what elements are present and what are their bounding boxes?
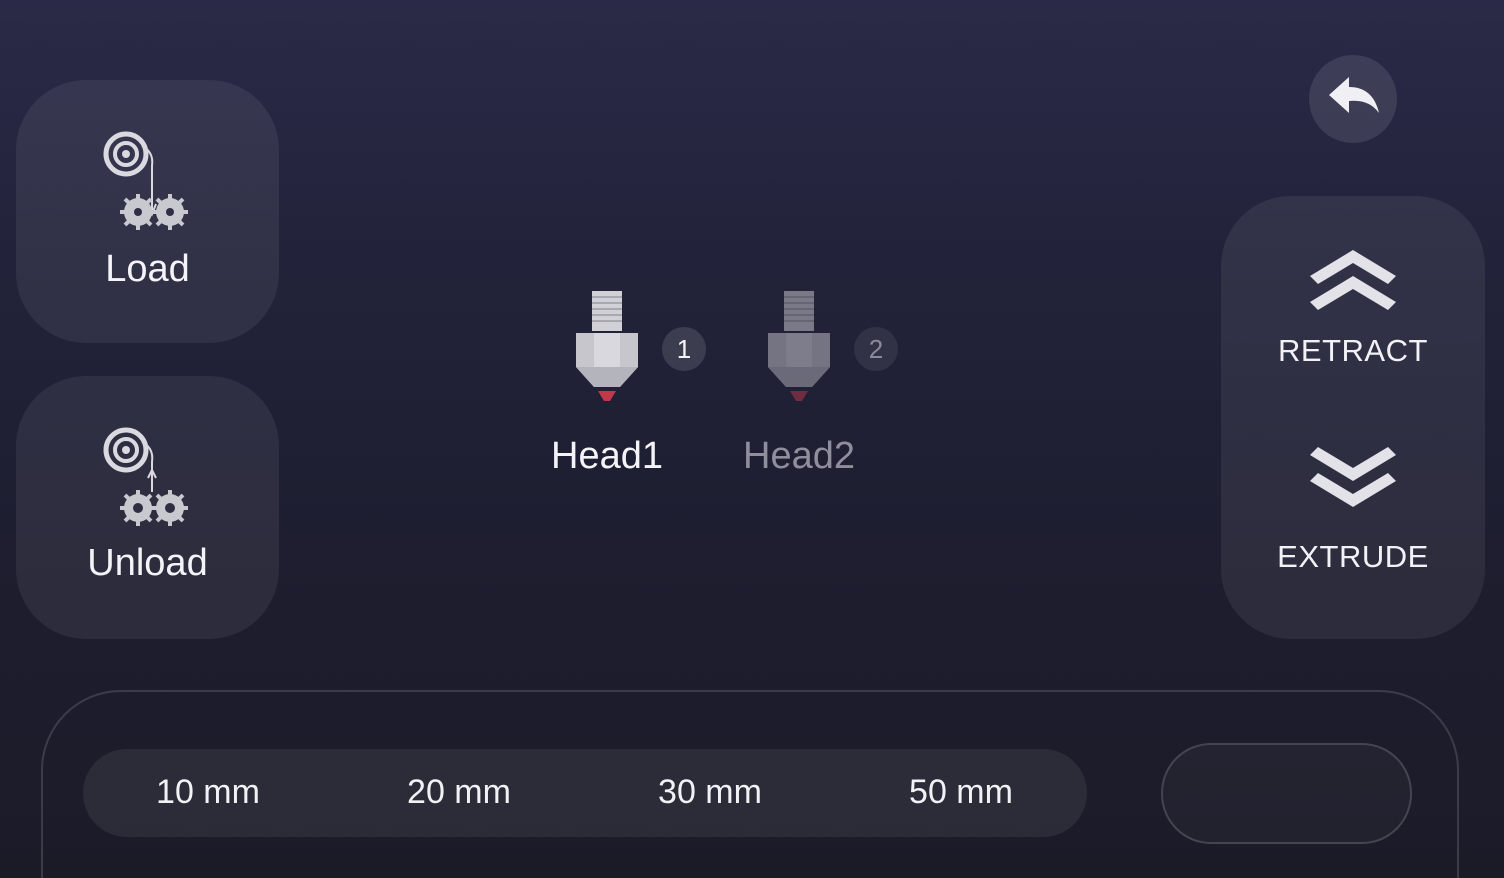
double-chevron-up-icon xyxy=(1310,250,1396,310)
unload-filament-button[interactable]: Unload xyxy=(16,376,279,639)
filament-spool-load-icon xyxy=(103,131,188,230)
head1-number-badge: 1 xyxy=(662,327,706,371)
head2-number-badge: 2 xyxy=(854,327,898,371)
distance-option-30mm[interactable]: 30 mm xyxy=(610,749,810,837)
distance-option-20mm[interactable]: 20 mm xyxy=(359,749,559,837)
back-button[interactable] xyxy=(1309,55,1397,143)
distance-option-50mm[interactable]: 50 mm xyxy=(861,749,1061,837)
head1-selector[interactable]: 1 Head1 xyxy=(540,285,710,485)
head1-label: Head1 xyxy=(551,435,663,477)
distance-selector: 10 mm 20 mm 30 mm 50 mm xyxy=(83,749,1087,837)
extrusion-control-panel: RETRACT EXTRUDE xyxy=(1221,196,1485,639)
head2-label: Head2 xyxy=(743,435,855,477)
back-arrow-icon xyxy=(1329,77,1379,113)
retract-button[interactable]: RETRACT xyxy=(1221,236,1485,426)
nozzle-icon xyxy=(576,291,638,401)
load-label: Load xyxy=(105,248,190,290)
custom-distance-input[interactable] xyxy=(1161,743,1412,844)
distance-option-10mm[interactable]: 10 mm xyxy=(108,749,308,837)
extrude-label: EXTRUDE xyxy=(1277,539,1429,574)
extrude-button[interactable]: EXTRUDE xyxy=(1221,431,1485,621)
load-filament-button[interactable]: Load xyxy=(16,80,279,343)
head2-selector[interactable]: 2 Head2 xyxy=(732,285,902,485)
double-chevron-down-icon xyxy=(1310,447,1396,507)
retract-label: RETRACT xyxy=(1278,333,1428,368)
filament-spool-unload-icon xyxy=(103,427,188,526)
unload-label: Unload xyxy=(87,542,208,584)
nozzle-icon xyxy=(768,291,830,401)
